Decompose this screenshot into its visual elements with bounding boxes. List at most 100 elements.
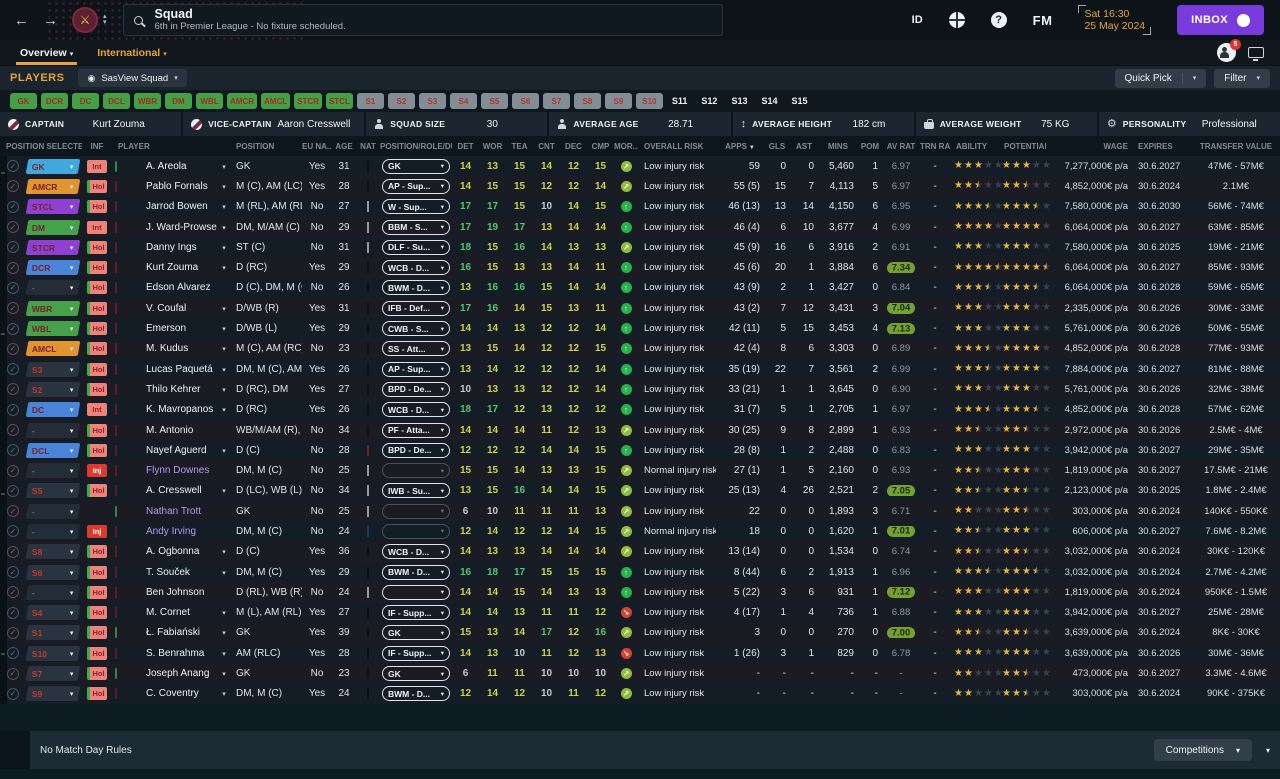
position-selected-dropdown[interactable]: - ▾ [25,503,81,519]
position-filter-button[interactable]: DCR [41,93,68,109]
role-duty-dropdown[interactable]: BWM - D... ▾ [382,564,450,580]
table-row[interactable]: ✓ S9 ▾ Hol C. Coventry ▾ DM, M (C) Yes 24… [0,683,1280,705]
table-row[interactable]: ✓ S3 ▾ Hol Lucas Paquetá ▾ DM, M (C), AM … [0,358,1280,380]
row-select-checkbox[interactable]: ✓ [7,687,19,700]
column-header[interactable]: AV RAT [882,142,920,151]
player-name[interactable]: Pablo Fornals [146,181,208,192]
quick-pick-button[interactable]: Quick Pick ▾ [1114,68,1207,88]
monitor-icon[interactable] [1248,47,1264,61]
row-select-checkbox[interactable]: ✓ [7,383,19,396]
role-duty-dropdown[interactable]: IFB - Def... ▾ [382,300,450,316]
column-header[interactable]: NAT [356,142,380,151]
column-header[interactable]: WAGE [1046,142,1132,151]
position-filter-button[interactable]: DC [72,93,99,109]
position-selected-dropdown[interactable]: - ▾ [25,463,81,479]
row-select-checkbox[interactable]: ✓ [7,403,19,416]
player-name[interactable]: Kurt Zouma [146,262,198,273]
column-header[interactable]: DET [452,142,479,151]
slot-label[interactable]: S15 [791,96,807,106]
position-selected-dropdown[interactable]: DC ▾ [25,402,81,418]
column-header[interactable]: APPS ▼ [716,142,764,151]
role-duty-dropdown[interactable]: BWM - D... ▾ [382,280,450,296]
table-row[interactable]: ✓ WBR ▾ Hol V. Coufal ▾ D/WB (R) Yes 31 I… [0,298,1280,319]
position-filter-button[interactable]: AMCR [227,93,257,109]
position-filter-button[interactable]: AMCL [261,93,291,109]
inbox-button[interactable]: INBOX › [1177,5,1264,35]
table-row[interactable]: ✓ STCL ▾ Hol Jarrod Bowen ▾ M (RL), AM (R… [0,196,1280,217]
row-select-checkbox[interactable]: ✓ [7,647,19,660]
position-selected-dropdown[interactable]: S6 ▾ [25,564,81,580]
slot-label[interactable]: S13 [731,96,747,106]
table-row[interactable]: ✓ S10 ▾ Hol S. Benrahma ▾ AM (RLC) Yes 28… [0,643,1280,664]
row-select-checkbox[interactable]: ✓ [7,221,19,234]
player-actions-chevron[interactable]: ▾ [222,610,226,617]
position-filter-button[interactable]: S1 [356,93,384,109]
table-row[interactable]: ✓ DM ▾ Int J. Ward-Prowse ▾ DM, M/AM (C) … [0,216,1280,238]
player-actions-chevron[interactable]: ▾ [222,651,226,658]
table-row[interactable]: ✓ -▾ Hol Ben Johnson ▾ D (RL), WB (R) No… [0,582,1280,603]
column-header[interactable]: OVERALL RISK [638,142,716,151]
role-duty-dropdown[interactable]: DLF - Su... ▾ [382,239,450,255]
row-select-checkbox[interactable]: ✓ [7,606,19,619]
role-duty-dropdown[interactable]: SS - Att... ▾ [382,341,450,357]
role-duty-dropdown[interactable]: GK ▾ [382,158,450,174]
id-button[interactable]: ID [912,14,923,26]
table-row[interactable]: ✓ S2 ▾ Hol Thilo Kehrer ▾ D (RC), DM Yes … [0,379,1280,400]
player-name[interactable]: A. Areola [146,161,187,172]
player-name[interactable]: Thilo Kehrer [146,384,200,395]
role-duty-dropdown[interactable]: IF - Supp... ▾ [382,605,450,621]
table-row[interactable]: ✓ AMCR ▾ Hol Pablo Fornals ▾ M (C), AM (L… [0,176,1280,197]
row-select-checkbox[interactable]: ✓ [7,484,19,497]
position-filter-button[interactable]: STCR [294,93,322,109]
help-icon[interactable]: ? [990,12,1007,28]
player-name[interactable]: Ben Johnson [146,587,204,598]
role-duty-dropdown[interactable]: WCB - D... ▾ [382,544,450,560]
position-filter-button[interactable]: S5 [480,93,508,109]
player-actions-chevron[interactable]: ▾ [222,265,226,272]
player-name[interactable]: Edson Álvarez [146,282,210,293]
table-row[interactable]: ✓ S4▾ Hol M. Cornet ▾ M (L), AM (RL), S.… [0,602,1280,623]
position-filter-button[interactable]: S7 [542,93,570,109]
player-name[interactable]: Nayef Aguerd [146,445,207,456]
column-header[interactable]: TEA [506,142,533,151]
row-select-checkbox[interactable]: ✓ [7,545,19,558]
player-actions-chevron[interactable]: ▾ [222,691,226,698]
position-selected-dropdown[interactable]: - ▾ [25,422,81,438]
table-row[interactable]: ✓ -▾ Hol Edson Álvarez ▾ D (C), DM, M (C… [0,277,1280,299]
player-actions-chevron[interactable]: ▾ [222,164,226,171]
row-select-checkbox[interactable]: ✓ [7,444,19,457]
position-selected-dropdown[interactable]: S8 ▾ [25,544,81,560]
position-filter-button[interactable]: STCL [325,93,353,109]
position-filter-button[interactable]: S6 [511,93,539,109]
position-filter-button[interactable]: S3 [418,93,446,109]
role-duty-dropdown[interactable]: CWB - S... ▾ [382,321,450,337]
table-row[interactable]: ✓ S6 ▾ Hol T. Souček ▾ DM, M (C) Yes 29 B… [0,561,1280,583]
player-name[interactable]: Danny Ings [146,242,197,253]
position-selected-dropdown[interactable]: - ▾ [25,523,81,539]
position-filter-button[interactable]: WBR [134,93,161,109]
player-actions-chevron[interactable]: ▾ [222,630,226,637]
role-duty-dropdown[interactable]: ▾ [382,584,450,600]
position-selected-dropdown[interactable]: S9 ▾ [25,686,81,702]
player-name[interactable]: A. Cresswell [146,485,202,496]
player-actions-chevron[interactable]: ▾ [222,225,226,232]
player-actions-chevron[interactable]: ▾ [222,387,226,394]
position-selected-dropdown[interactable]: - ▾ [25,280,81,296]
column-header[interactable]: GLS [764,142,790,151]
competitions-dropdown[interactable]: Competitions ▾ [1153,739,1252,762]
role-duty-dropdown[interactable]: BPD - De... ▾ [382,381,450,397]
role-duty-dropdown[interactable]: GK ▾ [382,666,450,682]
position-selected-dropdown[interactable]: S3 ▾ [25,361,81,377]
column-header[interactable]: POSITION SELECTED [0,142,82,151]
column-header[interactable]: TRN RAT [920,142,950,151]
position-filter-button[interactable]: S2 [387,93,415,109]
row-select-checkbox[interactable]: ✓ [7,302,19,315]
position-selected-dropdown[interactable]: STCL ▾ [25,199,81,215]
position-selected-dropdown[interactable]: WBR ▾ [25,300,81,316]
position-selected-dropdown[interactable]: S1 ▾ [25,625,81,641]
position-filter-button[interactable]: DM [165,93,192,109]
row-select-checkbox[interactable]: ✓ [7,363,19,376]
table-row[interactable]: ✓ -▾ Inj Andy Irving ▾ DM, M (C) No 24 ▾… [0,521,1280,542]
position-filter-button[interactable]: S10 [635,93,663,109]
tab-international[interactable]: International ▾ [93,47,171,65]
